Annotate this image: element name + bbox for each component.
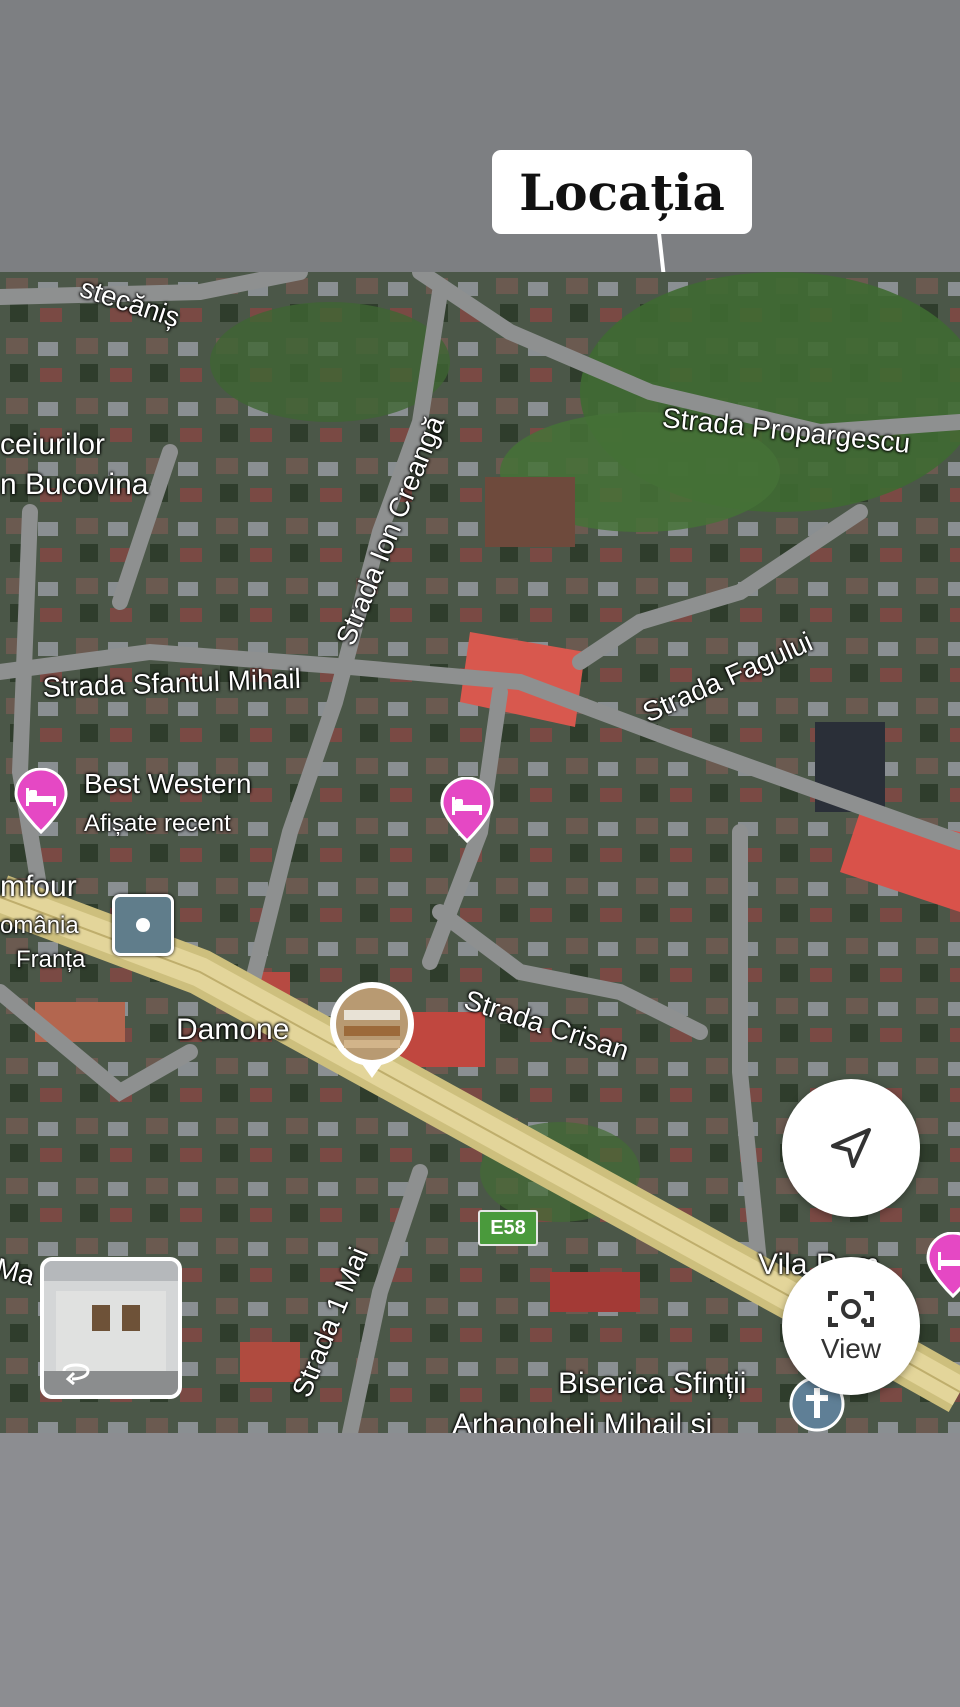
place-label-damone[interactable]: Damone [176,1013,289,1047]
bed-icon [14,767,68,835]
photo-pin-damone[interactable] [326,980,418,1080]
hotel-pin-vila[interactable] [924,1232,960,1298]
place-label-mfour-franta: Franța [16,946,86,973]
hotel-pin-center[interactable] [438,776,496,844]
bottom-gray-band [0,1433,960,1707]
lens-view-label: View [820,1333,882,1364]
place-label-mfour: mfour [0,870,77,903]
road-shield-e58: E58 [478,1210,538,1246]
place-label-best-western[interactable]: Best Western [84,768,252,800]
bed-icon [440,776,494,844]
lens-view-button[interactable]: View [782,1257,920,1395]
place-label-biserica[interactable]: Biserica Sfinții [558,1367,746,1401]
my-location-button[interactable] [782,1079,920,1217]
place-label-mfour-romania: omânia [0,912,79,939]
rotate-360-icon [62,1363,90,1385]
street-view-thumbnail[interactable] [40,1257,182,1399]
transit-stop-marker[interactable] [112,894,174,956]
place-label-bucovina: n Bucovina [0,468,149,501]
place-sublabel-best-western: Afișate recent [84,810,231,837]
camera-lens-icon [828,1291,874,1327]
place-label-ceiurilor: ceiurilor [0,428,106,461]
navigation-arrow-icon [831,1128,871,1168]
hotel-pin-best-western[interactable] [12,767,70,835]
